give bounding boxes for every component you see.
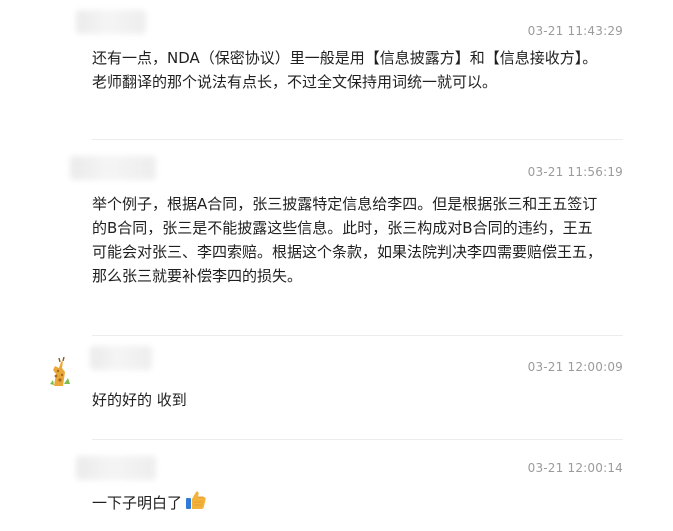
message-timestamp: 03-21 12:00:09: [527, 360, 623, 374]
message-text: 举个例子，根据A合同，张三披露特定信息给李四。但是根据张三和王五签订的B合同，张…: [92, 195, 603, 285]
message-text: 一下子明白了: [92, 494, 183, 512]
message-text-row: 一下子明白了: [92, 488, 602, 519]
sender-name-blurred: [76, 456, 156, 480]
chat-message: 03-21 11:56:19 举个例子，根据A合同，张三披露特定信息给李四。但是…: [0, 140, 673, 336]
chat-message: 03-21 12:00:09 好的好的 收到: [0, 336, 673, 440]
sender-name-blurred: [76, 10, 146, 34]
message-text: 好的好的 收到: [92, 391, 187, 409]
chat-message: 03-21 11:43:29 还有一点，NDA（保密协议）里一般是用【信息披露方…: [0, 0, 673, 140]
thumbs-up-icon: [184, 488, 208, 519]
message-timestamp: 03-21 12:00:14: [527, 461, 623, 475]
sender-name-blurred: [70, 156, 156, 180]
avatar[interactable]: [44, 356, 76, 388]
message-timestamp: 03-21 11:43:29: [527, 24, 623, 38]
sender-name-blurred: [90, 346, 152, 370]
giraffe-avatar-icon: [44, 356, 76, 388]
message-text: 还有一点，NDA（保密协议）里一般是用【信息披露方】和【信息接收方】。老师翻译的…: [92, 49, 598, 91]
message-timestamp: 03-21 11:56:19: [527, 165, 623, 179]
chat-message: 03-21 12:00:14 一下子明白了: [0, 440, 673, 531]
